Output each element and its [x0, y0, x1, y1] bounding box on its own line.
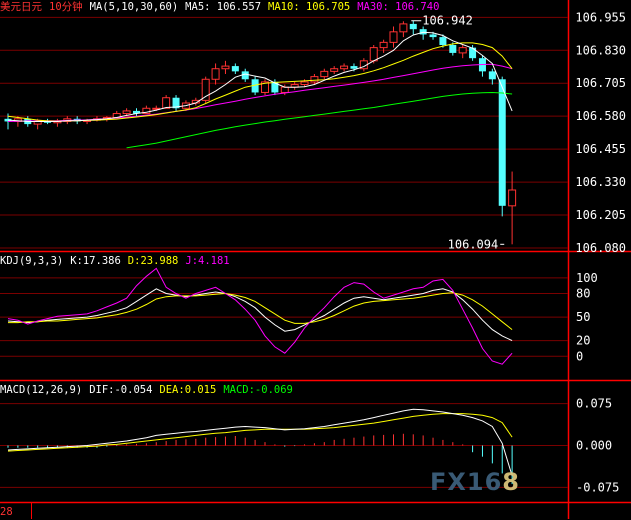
kdj-tick-label: 20 — [576, 334, 590, 348]
price-tick-label: 106.830 — [575, 43, 626, 57]
bottom-value: 28 — [0, 506, 13, 518]
kdj-tick-label: 80 — [576, 287, 590, 301]
candle-body-up — [280, 86, 289, 93]
low-price-annotation: 106.094 — [448, 237, 499, 251]
candle-body-down — [350, 66, 358, 69]
candle-body-up — [211, 68, 220, 80]
ma10-line — [7, 42, 513, 122]
macd-dif-value: DIF:-0.054 — [89, 384, 153, 396]
candle-body-up — [399, 23, 408, 33]
candle-body-down — [409, 23, 417, 30]
high-price-annotation: 106.942 — [422, 14, 473, 28]
kdj-k-line — [7, 288, 513, 342]
candle-body-up — [340, 65, 349, 70]
candle-body-down — [429, 34, 437, 38]
price-tick-label: 106.955 — [575, 10, 626, 24]
kdj-tick-label: 0 — [576, 349, 583, 363]
ma30-value: MA30: 106.740 — [357, 1, 440, 13]
kdj-d-value: D:23.988 — [127, 255, 179, 267]
kdj-d-line — [8, 292, 513, 330]
macd-tick-label: 0.075 — [576, 397, 612, 411]
price-tick-label: 106.205 — [575, 208, 626, 222]
candle-body-down — [469, 47, 477, 59]
price-tick-label: 106.705 — [575, 76, 626, 90]
candle-body-up — [369, 47, 378, 62]
macd-dif-line — [7, 408, 513, 476]
ma10-value: MA10: 106.705 — [268, 1, 351, 13]
ma-label: MA(5,10,30,60) — [89, 1, 179, 13]
candle-body-up — [310, 76, 319, 83]
bottom-panel-label: 28 — [0, 505, 20, 520]
kdj-tick-label: 50 — [576, 310, 590, 324]
candle-body-up — [201, 78, 210, 101]
macd-label: MACD(12,26,9) — [0, 384, 83, 396]
kdj-j-line — [7, 267, 513, 365]
candle-body-down — [241, 71, 249, 80]
candle-body-up — [221, 65, 230, 70]
kdj-label: KDJ(9,3,3) — [0, 255, 64, 267]
candle-body-up — [458, 47, 467, 54]
kdj-tick-label: 100 — [576, 271, 598, 285]
candle-body-up — [389, 31, 398, 43]
kdj-j-value: J:4.181 — [185, 255, 230, 267]
candle-body-down — [488, 71, 496, 80]
price-tick-label: 106.580 — [575, 109, 626, 123]
macd-macd-value: MACD:-0.069 — [223, 384, 293, 396]
candle-body-up — [379, 41, 388, 49]
macd-dea-value: DEA:0.015 — [159, 384, 217, 396]
candle-body-up — [508, 189, 517, 207]
candle-body-up — [320, 70, 329, 78]
ma60-line — [126, 91, 513, 149]
watermark-logo: FX168 — [430, 468, 520, 496]
macd-panel-header: MACD(12,26,9) DIF:-0.054 DEA:0.015 MACD:-0.… — [0, 383, 300, 398]
candle-body-up — [162, 97, 171, 109]
period-label[interactable]: 10分钟 — [49, 1, 83, 13]
price-tick-label: 106.455 — [575, 142, 626, 156]
candle-body-down — [449, 45, 457, 53]
price-tick-label: 106.080 — [575, 241, 626, 255]
ma5-value: MA5: 106.557 — [185, 1, 262, 13]
candle-body-up — [330, 68, 339, 72]
symbol-label: 美元日元 — [0, 1, 42, 13]
candle-body-up — [122, 110, 131, 115]
candle-body-down — [498, 79, 506, 206]
kdj-k-value: K:17.386 — [70, 255, 121, 267]
main-panel-header: 美元日元 10分钟 MA(5,10,30,60) MA5: 106.557 MA10: … — [0, 0, 446, 15]
candle-body-down — [439, 37, 447, 45]
ma5-line — [7, 31, 513, 122]
ma30-line — [7, 63, 513, 122]
candle-body-up — [300, 81, 309, 86]
kdj-panel-header: KDJ(9,3,3) K:17.386 D:23.988 J:4.181 — [0, 254, 237, 269]
macd-tick-label: 0.000 — [576, 439, 612, 453]
candle-body-down — [231, 66, 239, 72]
price-tick-label: 106.330 — [575, 175, 626, 189]
macd-tick-label: -0.075 — [576, 480, 619, 494]
